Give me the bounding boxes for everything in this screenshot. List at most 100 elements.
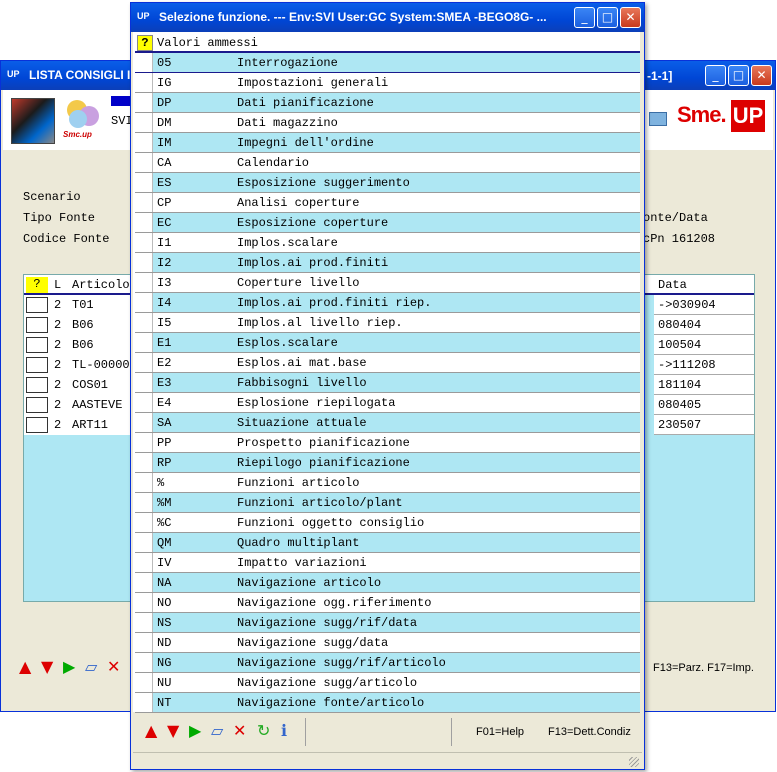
function-option-row[interactable]: RP Riepilogo pianificazione	[135, 453, 640, 473]
function-option-row[interactable]: NS Navigazione sugg/rif/data	[135, 613, 640, 633]
function-option-row[interactable]: DP Dati pianificazione	[135, 93, 640, 113]
function-option-row[interactable]: CA Calendario	[135, 153, 640, 173]
table-row[interactable]: 2 ART11	[24, 415, 134, 435]
function-option-row[interactable]: %C Funzioni oggetto consiglio	[135, 513, 640, 533]
option-select-cell[interactable]	[135, 313, 153, 332]
help-fkey[interactable]: F01=Help	[476, 726, 524, 738]
table-row[interactable]: 2 B06	[24, 315, 134, 335]
option-select-cell[interactable]	[135, 173, 153, 192]
option-select-cell[interactable]	[135, 533, 153, 552]
eraser-icon[interactable]: ▱	[85, 658, 97, 676]
header-l[interactable]: L	[54, 278, 61, 292]
option-select-cell[interactable]	[135, 693, 153, 712]
table-row[interactable]: 2 T01	[24, 295, 134, 315]
table-row[interactable]: 2 TL-00000	[24, 355, 134, 375]
option-select-cell[interactable]	[135, 233, 153, 252]
function-option-row[interactable]: NA Navigazione articolo	[135, 573, 640, 593]
function-option-row[interactable]: I5 Implos.al livello riep.	[135, 313, 640, 333]
function-option-row[interactable]: I4 Implos.ai prod.finiti riep.	[135, 293, 640, 313]
option-select-cell[interactable]	[135, 53, 153, 72]
option-select-cell[interactable]	[135, 373, 153, 392]
option-select-cell[interactable]	[135, 653, 153, 672]
option-select-cell[interactable]	[135, 113, 153, 132]
resize-grip[interactable]	[629, 757, 639, 767]
play-icon[interactable]: ▶	[63, 658, 75, 676]
cancel-icon[interactable]: ✕	[233, 722, 246, 740]
option-select-cell[interactable]	[135, 353, 153, 372]
function-option-row[interactable]: I3 Coperture livello	[135, 273, 640, 293]
function-option-row[interactable]: E1 Esplos.scalare	[135, 333, 640, 353]
help-question-button[interactable]: ?	[137, 35, 153, 51]
option-select-cell[interactable]	[135, 453, 153, 472]
option-select-cell[interactable]	[135, 553, 153, 572]
option-select-cell[interactable]	[135, 213, 153, 232]
function-option-row[interactable]: PP Prospetto pianificazione	[135, 433, 640, 453]
option-select-cell[interactable]	[135, 593, 153, 612]
function-option-row[interactable]: %M Funzioni articolo/plant	[135, 493, 640, 513]
function-option-row[interactable]: IG Impostazioni generali	[135, 73, 640, 93]
table-row[interactable]: 2 COS01	[24, 375, 134, 395]
function-option-row[interactable]: IV Impatto variazioni	[135, 553, 640, 573]
function-option-row[interactable]: 05 Interrogazione	[135, 53, 640, 73]
confirm-play-icon[interactable]: ▶	[189, 722, 201, 740]
header-data[interactable]: Data	[658, 278, 687, 292]
function-option-row[interactable]: E3 Fabbisogni livello	[135, 373, 640, 393]
option-select-cell[interactable]	[135, 333, 153, 352]
row-select-cell[interactable]	[26, 357, 48, 373]
row-select-cell[interactable]	[26, 337, 48, 353]
function-option-row[interactable]: NG Navigazione sugg/rif/articolo	[135, 653, 640, 673]
move-down-icon[interactable]: ▼	[167, 722, 179, 740]
close-button[interactable]: ✕	[751, 65, 772, 86]
function-option-row[interactable]: NU Navigazione sugg/articolo	[135, 673, 640, 693]
function-option-row[interactable]: CP Analisi coperture	[135, 193, 640, 213]
header-question[interactable]: ?	[26, 277, 48, 293]
function-option-row[interactable]: ES Esposizione suggerimento	[135, 173, 640, 193]
detail-fkey[interactable]: F13=Dett.Condiz	[548, 726, 631, 738]
dialog-titlebar[interactable]: UP Selezione funzione. --- Env:SVI User:…	[131, 3, 644, 32]
option-select-cell[interactable]	[135, 393, 153, 412]
option-select-cell[interactable]	[135, 273, 153, 292]
application-logo-icon[interactable]	[11, 98, 55, 144]
option-select-cell[interactable]	[135, 253, 153, 272]
function-option-row[interactable]: I2 Implos.ai prod.finiti	[135, 253, 640, 273]
smcup-logo-icon[interactable]: Smc.up	[61, 98, 107, 144]
row-select-cell[interactable]	[26, 397, 48, 413]
option-select-cell[interactable]	[135, 73, 153, 92]
option-select-cell[interactable]	[135, 633, 153, 652]
row-select-cell[interactable]	[26, 377, 48, 393]
function-option-row[interactable]: NO Navigazione ogg.riferimento	[135, 593, 640, 613]
row-select-cell[interactable]	[26, 417, 48, 433]
function-option-row[interactable]: QM Quadro multiplant	[135, 533, 640, 553]
function-option-row[interactable]: I1 Implos.scalare	[135, 233, 640, 253]
function-option-row[interactable]: IM Impegni dell'ordine	[135, 133, 640, 153]
refresh-icon[interactable]: ↻	[257, 722, 270, 740]
row-select-cell[interactable]	[26, 297, 48, 313]
maximize-button[interactable]: □	[728, 65, 749, 86]
option-select-cell[interactable]	[135, 133, 153, 152]
dialog-maximize-button[interactable]: □	[597, 7, 618, 28]
option-select-cell[interactable]	[135, 573, 153, 592]
function-option-row[interactable]: SA Situazione attuale	[135, 413, 640, 433]
option-select-cell[interactable]	[135, 293, 153, 312]
function-option-row[interactable]: ND Navigazione sugg/data	[135, 633, 640, 653]
option-select-cell[interactable]	[135, 513, 153, 532]
option-select-cell[interactable]	[135, 153, 153, 172]
move-down-icon[interactable]: ▼	[41, 658, 53, 676]
function-option-row[interactable]: DM Dati magazzino	[135, 113, 640, 133]
option-select-cell[interactable]	[135, 673, 153, 692]
option-select-cell[interactable]	[135, 493, 153, 512]
option-select-cell[interactable]	[135, 433, 153, 452]
table-row[interactable]: 2 B06	[24, 335, 134, 355]
folder-icon[interactable]	[649, 112, 667, 126]
minimize-button[interactable]: _	[705, 65, 726, 86]
function-option-row[interactable]: EC Esposizione coperture	[135, 213, 640, 233]
row-select-cell[interactable]	[26, 317, 48, 333]
eraser-icon[interactable]: ▱	[211, 722, 223, 740]
option-select-cell[interactable]	[135, 613, 153, 632]
function-option-row[interactable]: NT Navigazione fonte/articolo	[135, 693, 640, 713]
cancel-icon[interactable]: ✕	[107, 658, 120, 676]
function-option-row[interactable]: E4 Esplosione riepilogata	[135, 393, 640, 413]
table-row[interactable]: 2 AASTEVE	[24, 395, 134, 415]
option-select-cell[interactable]	[135, 473, 153, 492]
dialog-minimize-button[interactable]: _	[574, 7, 595, 28]
